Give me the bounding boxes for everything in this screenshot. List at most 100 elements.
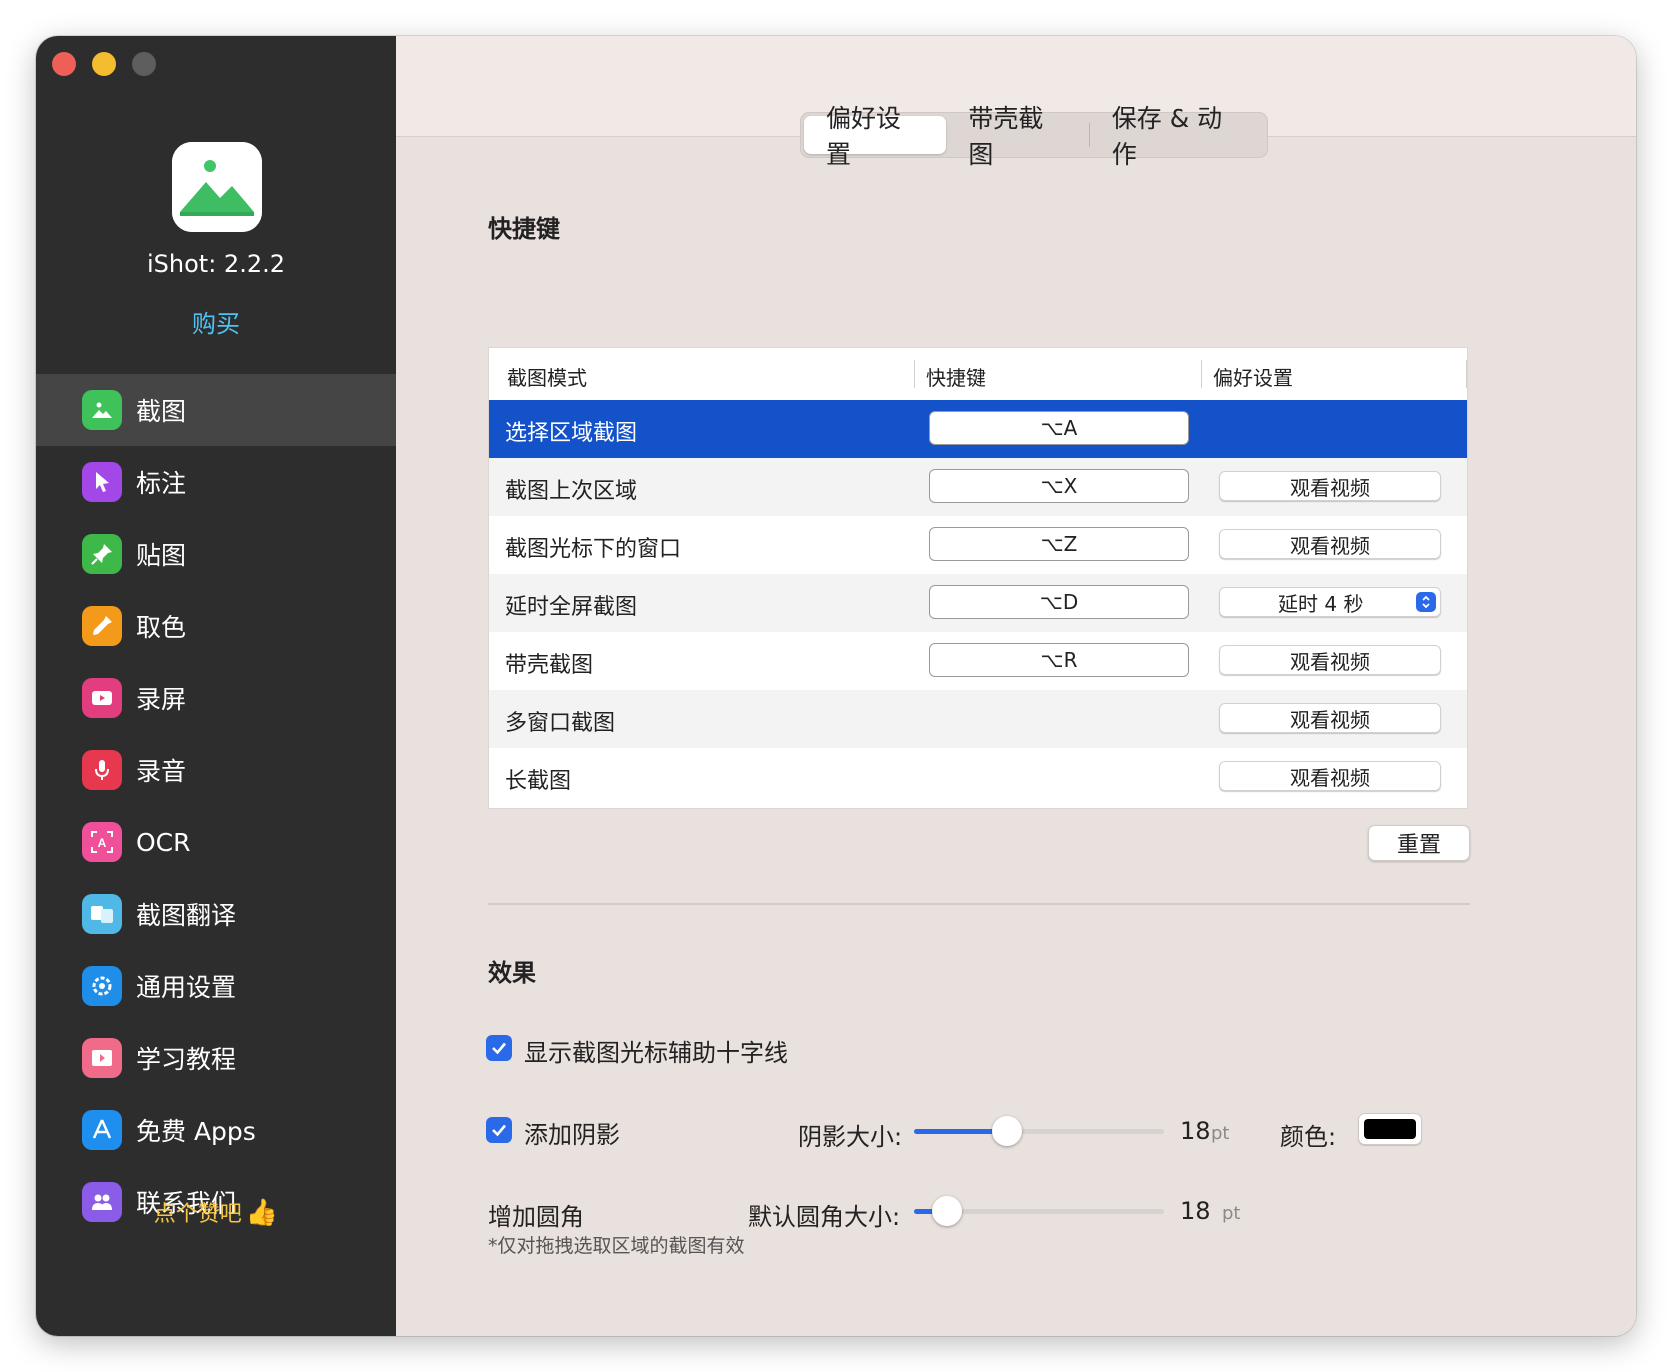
column-header-preference[interactable]: 偏好设置 — [1213, 362, 1293, 391]
watch-video-button[interactable]: 观看视频 — [1219, 529, 1441, 559]
sidebar: iShot: 2.2.2 购买 截图 标注 贴图 取色 录屏 录音 A OCR … — [36, 36, 396, 1336]
sidebar-item-label: 录音 — [136, 757, 187, 786]
watch-video-button[interactable]: 观看视频 — [1219, 645, 1441, 675]
shadow-size-label: 阴影大小: — [798, 1123, 903, 1151]
sidebar-item-ocr[interactable]: A OCR — [36, 806, 396, 878]
checkmark-icon — [492, 1042, 506, 1055]
tab-bar: 偏好设置 带壳截图 保存 & 动作 — [800, 104, 1268, 169]
app-logo-icon — [172, 142, 262, 232]
column-header-shortcut[interactable]: 快捷键 — [926, 362, 986, 391]
sidebar-item-translate[interactable]: 截图翻译 — [36, 878, 396, 950]
shortcut-recorder[interactable]: ⌥X — [929, 469, 1189, 503]
column-divider — [914, 360, 915, 388]
table-row[interactable]: 长截图 观看视频 — [489, 748, 1467, 806]
shortcuts-section-title: 快捷键 — [488, 215, 560, 243]
svg-text:A: A — [98, 836, 107, 850]
sidebar-item-label: OCR — [136, 827, 191, 857]
sidebar-item-pin[interactable]: 贴图 — [36, 518, 396, 590]
sidebar-item-general-settings[interactable]: 通用设置 — [36, 950, 396, 1022]
table-row[interactable]: 截图光标下的窗口 ⌥Z 观看视频 — [489, 516, 1467, 574]
color-swatch — [1364, 1119, 1416, 1139]
main-panel: 快捷键 截图模式 快捷键 偏好设置 选择区域截图 ⌥A 截图上次区域 ⌥X 观看… — [396, 36, 1636, 1336]
column-header-mode[interactable]: 截图模式 — [507, 362, 587, 391]
sidebar-item-annotate[interactable]: 标注 — [36, 446, 396, 518]
row-mode-label: 多窗口截图 — [505, 711, 616, 736]
sidebar-item-label: 通用设置 — [136, 973, 237, 1002]
watch-video-button[interactable]: 观看视频 — [1219, 761, 1441, 791]
row-mode-label: 截图光标下的窗口 — [505, 537, 682, 562]
maximize-window-button[interactable] — [132, 52, 156, 76]
sidebar-item-label: 截图翻译 — [136, 901, 237, 930]
shortcut-recorder[interactable]: ⌥D — [929, 585, 1189, 619]
corner-size-label: 默认圆角大小: — [748, 1203, 901, 1231]
watch-video-button[interactable]: 观看视频 — [1219, 703, 1441, 733]
row-mode-label: 带壳截图 — [505, 653, 594, 678]
shortcut-recorder[interactable]: ⌥Z — [929, 527, 1189, 561]
crosshair-checkbox[interactable] — [486, 1035, 512, 1061]
watch-video-button[interactable]: 观看视频 — [1219, 471, 1441, 501]
shadow-color-label: 颜色: — [1280, 1123, 1337, 1151]
slider-knob[interactable] — [931, 1196, 962, 1226]
table-row[interactable]: 延时全屏截图 ⌥D 延时 4 秒 — [489, 574, 1467, 632]
shadow-size-value: 18 — [1180, 1117, 1211, 1145]
tab-device-frame[interactable]: 带壳截图 — [946, 104, 1088, 169]
app-version: iShot: 2.2.2 — [147, 250, 285, 278]
film-icon — [82, 1038, 122, 1078]
shortcut-recorder[interactable]: ⌥R — [929, 643, 1189, 677]
sidebar-item-label: 取色 — [136, 613, 187, 642]
image-icon — [82, 390, 122, 430]
sidebar-item-tutorial[interactable]: 学习教程 — [36, 1022, 396, 1094]
corner-size-value: 18 — [1180, 1197, 1211, 1225]
shortcut-recorder[interactable]: ⌥A — [929, 411, 1189, 445]
sidebar-item-audio-record[interactable]: 录音 — [36, 734, 396, 806]
row-mode-label: 选择区域截图 — [505, 421, 638, 446]
sidebar-item-label: 录屏 — [136, 685, 187, 714]
shadow-size-slider[interactable] — [914, 1116, 1164, 1146]
table-row[interactable]: 带壳截图 ⌥R 观看视频 — [489, 632, 1467, 690]
column-divider — [1201, 360, 1202, 388]
eyedropper-icon — [82, 606, 122, 646]
settings-body: 快捷键 截图模式 快捷键 偏好设置 选择区域截图 ⌥A 截图上次区域 ⌥X 观看… — [396, 136, 1636, 1336]
table-row[interactable]: 选择区域截图 ⌥A — [489, 400, 1467, 458]
shadow-label: 添加阴影 — [524, 1121, 620, 1149]
sidebar-item-screenshot[interactable]: 截图 — [36, 374, 396, 446]
minimize-window-button[interactable] — [92, 52, 116, 76]
pointer-icon — [82, 462, 122, 502]
corner-size-slider[interactable] — [914, 1196, 1164, 1226]
buy-link[interactable]: 购买 — [36, 304, 396, 339]
crosshair-label: 显示截图光标辅助十字线 — [524, 1039, 788, 1067]
sidebar-item-label: 标注 — [136, 469, 187, 498]
table-row[interactable]: 多窗口截图 观看视频 — [489, 690, 1467, 748]
tab-save-actions[interactable]: 保存 & 动作 — [1090, 104, 1267, 169]
close-window-button[interactable] — [52, 52, 76, 76]
delay-select-value: 延时 4 秒 — [1278, 591, 1364, 616]
sidebar-item-label: 截图 — [136, 397, 187, 426]
shadow-color-well[interactable] — [1358, 1113, 1422, 1145]
shadow-checkbox[interactable] — [486, 1117, 512, 1143]
shadow-size-unit: pt — [1211, 1123, 1230, 1144]
table-header: 截图模式 快捷键 偏好设置 — [489, 348, 1467, 400]
video-icon — [82, 678, 122, 718]
tab-preferences[interactable]: 偏好设置 — [804, 104, 947, 169]
sidebar-item-label: 贴图 — [136, 541, 187, 570]
corner-label: 增加圆角 — [488, 1203, 584, 1231]
ocr-icon: A — [82, 822, 122, 862]
delay-select[interactable]: 延时 4 秒 — [1219, 587, 1441, 617]
like-link[interactable]: 点个赞吧 👍 — [36, 1196, 396, 1228]
sidebar-item-label: 免费 Apps — [136, 1117, 256, 1146]
row-mode-label: 截图上次区域 — [505, 479, 638, 504]
appstore-icon — [82, 1110, 122, 1150]
sidebar-item-color-picker[interactable]: 取色 — [36, 590, 396, 662]
gear-icon — [82, 966, 122, 1006]
reset-button[interactable]: 重置 — [1368, 825, 1470, 861]
table-row[interactable]: 截图上次区域 ⌥X 观看视频 — [489, 458, 1467, 516]
section-divider — [488, 903, 1470, 905]
sidebar-item-free-apps[interactable]: 免费 Apps — [36, 1094, 396, 1166]
slider-knob[interactable] — [991, 1116, 1022, 1146]
corner-size-unit: pt — [1222, 1203, 1241, 1224]
column-divider — [1466, 360, 1467, 388]
sidebar-nav: 截图 标注 贴图 取色 录屏 录音 A OCR 截图翻译 通用设置 学习教程 免… — [36, 374, 396, 1238]
sidebar-item-screen-record[interactable]: 录屏 — [36, 662, 396, 734]
sidebar-item-label: 学习教程 — [136, 1045, 237, 1074]
pin-icon — [82, 534, 122, 574]
